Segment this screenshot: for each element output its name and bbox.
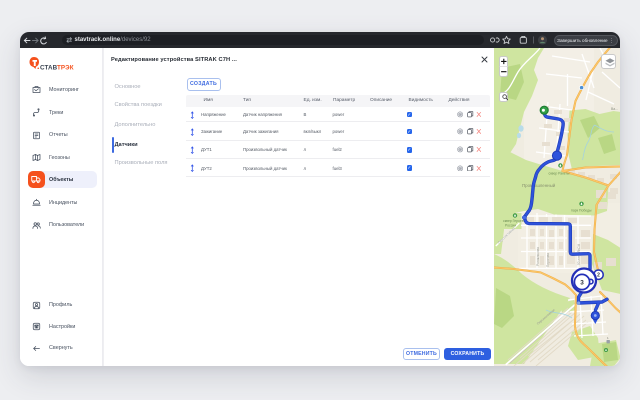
- svg-text:парк Победы: парк Победы: [571, 209, 592, 213]
- svg-text:2: 2: [597, 273, 600, 279]
- svg-text:3: 3: [580, 280, 584, 287]
- svg-text:Рогожникова: Рогожникова: [536, 247, 540, 266]
- svg-text:России: России: [505, 224, 516, 228]
- svg-text:СТАВ: СТАВ: [40, 64, 58, 71]
- svg-text:ТРЭК: ТРЭК: [57, 64, 74, 71]
- svg-text:сквер Ракеты: сквер Ракеты: [548, 172, 570, 176]
- svg-text:сквер Героев: сквер Героев: [503, 219, 524, 223]
- svg-text:Пирогова: Пирогова: [545, 253, 549, 267]
- svg-text:Ва...: Ва...: [611, 107, 618, 111]
- svg-text:Промышленный: Промышленный: [522, 183, 556, 188]
